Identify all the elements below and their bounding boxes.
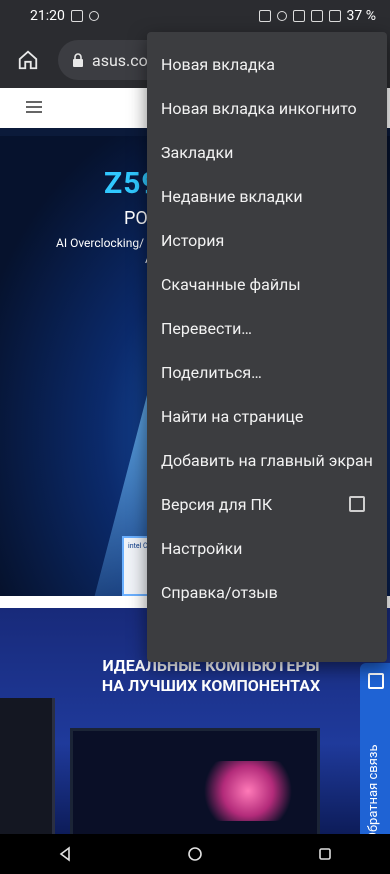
menu-item-new-tab[interactable]: Новая вкладка	[161, 42, 377, 86]
menu-item-bookmarks[interactable]: Закладки	[161, 130, 377, 174]
menu-label: Найти на странице	[161, 406, 304, 426]
menu-item-share[interactable]: Поделиться…	[161, 350, 377, 394]
menu-label: Недавние вкладки	[161, 186, 303, 206]
home-nav-button[interactable]	[175, 834, 215, 874]
menu-item-incognito[interactable]: Новая вкладка инкогнито	[161, 86, 377, 130]
menu-label: Перевести…	[161, 318, 253, 338]
notification-icon	[88, 11, 99, 21]
url-text: asus.co	[92, 50, 148, 70]
menu-label: Настройки	[161, 538, 243, 558]
menu-label: Закладки	[161, 142, 234, 162]
promo-text: ИДЕАЛЬНЫЕ КОМПЬЮТЕРЫ НА ЛУЧШИХ КОМПОНЕНТ…	[96, 656, 326, 696]
gallery-icon	[70, 10, 83, 22]
nfc-icon	[258, 10, 271, 22]
menu-label: Поделиться…	[161, 362, 262, 382]
home-button[interactable]	[10, 42, 46, 78]
status-right: 37 %	[258, 8, 376, 24]
promo-line-2: НА ЛУЧШИХ КОМПОНЕНТАХ	[101, 676, 321, 695]
feedback-tab[interactable]: Обратная связь	[360, 663, 390, 834]
menu-label: Версия для ПК	[161, 494, 273, 514]
menu-item-add-home[interactable]: Добавить на главный экран	[161, 438, 377, 482]
menu-label: Новая вкладка инкогнито	[161, 98, 357, 118]
rog-logo-glow	[193, 761, 303, 821]
menu-item-settings[interactable]: Настройки	[161, 526, 377, 570]
back-icon	[59, 846, 70, 862]
status-left: 21:20	[30, 8, 99, 24]
menu-item-recent-tabs[interactable]: Недавние вкладки	[161, 174, 377, 218]
system-nav-bar	[0, 834, 390, 874]
time-text: 21:20	[30, 8, 65, 24]
hamburger-icon[interactable]	[26, 101, 42, 113]
wifi-icon	[292, 10, 305, 22]
menu-label: Добавить на главный экран	[161, 450, 373, 470]
recents-button[interactable]	[305, 834, 345, 874]
menu-item-help[interactable]: Справка/отзыв	[161, 570, 377, 614]
status-bar: 21:20 37 %	[0, 0, 390, 32]
back-button[interactable]	[45, 834, 85, 874]
menu-item-history[interactable]: История	[161, 218, 377, 262]
monitor-image	[70, 728, 320, 834]
feedback-label: Обратная связь	[366, 744, 381, 834]
battery-icon	[328, 10, 341, 22]
desktop-site-checkbox[interactable]	[349, 496, 365, 512]
menu-label: Новая вкладка	[161, 54, 275, 74]
vibrate-icon	[276, 11, 287, 21]
menu-item-find[interactable]: Найти на странице	[161, 394, 377, 438]
edit-icon	[368, 673, 384, 689]
hero-line: AI Overclocking/	[56, 236, 145, 250]
menu-item-translate[interactable]: Перевести…	[161, 306, 377, 350]
menu-label: История	[161, 230, 225, 250]
recents-icon	[319, 848, 331, 860]
menu-item-downloads[interactable]: Скачанные файлы	[161, 262, 377, 306]
no-sim-icon	[310, 10, 323, 22]
battery-percent: 37 %	[346, 8, 376, 24]
menu-label: Справка/отзыв	[161, 582, 278, 602]
pc-tower-image	[0, 698, 55, 834]
home-circle-icon	[188, 847, 202, 861]
home-icon	[18, 50, 38, 70]
menu-item-desktop-site[interactable]: Версия для ПК	[161, 482, 377, 526]
browser-menu: Новая вкладка Новая вкладка инкогнито За…	[147, 32, 387, 662]
menu-label: Скачанные файлы	[161, 274, 301, 294]
lock-icon	[73, 53, 83, 67]
